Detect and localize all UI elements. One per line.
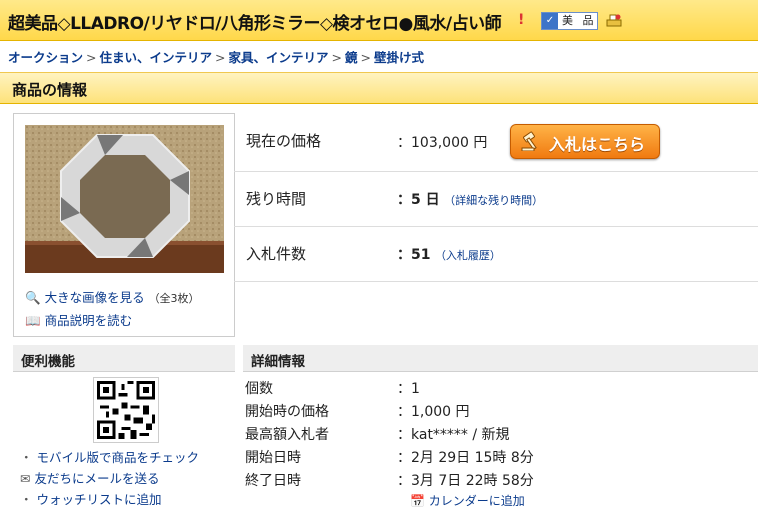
mail-icon: ✉ — [20, 471, 31, 486]
details-title: 詳細情報 — [251, 354, 305, 370]
top-bidder-value: ：kat***** / 新規 — [397, 427, 510, 443]
description-label: 商品説明を読む — [44, 313, 133, 328]
shipping-icon — [606, 14, 622, 27]
section-header: 商品の情報 — [0, 72, 758, 104]
bid-count-row: 入札件数 ：51 （入札履歴） — [234, 226, 758, 282]
breadcrumb-furniture[interactable]: 家具、インテリア — [229, 50, 329, 65]
large-image-label: 大きな画像を見る — [44, 290, 145, 305]
bid-count-label: 入札件数 — [246, 245, 307, 263]
check-icon: ✓ — [542, 13, 558, 29]
condition-badge: ✓ 美 品 — [541, 12, 598, 30]
price-label: 現在の価格 — [246, 132, 322, 150]
breadcrumb-wall-mount[interactable]: 壁掛け式 — [374, 50, 424, 65]
details-header: 詳細情報 — [243, 345, 758, 372]
mobile-link-label: モバイル版で商品をチェック — [36, 450, 200, 465]
calendar-link-label: カレンダーに追加 — [428, 494, 525, 508]
item-title: 超美品◇LLADRO/リヤドロ/八角形ミラー◇検オセロ●風水/占い師 — [8, 14, 502, 34]
start-date-value: ：2月 29日 15時 8分 — [397, 450, 534, 466]
gavel-icon — [521, 131, 537, 151]
top-bidder-label: 最高額入札者 — [245, 427, 329, 443]
watchlist-link-label: ウォッチリストに追加 — [36, 492, 162, 507]
bid-button-label: 入札はこちら — [549, 135, 646, 154]
quantity-label: 個数 — [245, 381, 273, 397]
large-image-link[interactable]: 🔍 大きな画像を見る （全3枚） — [25, 287, 200, 306]
section-title: 商品の情報 — [12, 81, 88, 99]
time-detail-link[interactable]: （詳細な残り時間） — [444, 194, 543, 207]
time-left-row: 残り時間 ：5 日 （詳細な残り時間） — [234, 171, 758, 227]
end-date-label: 終了日時 — [245, 473, 301, 489]
mobile-link[interactable]: ・モバイル版で商品をチェック — [20, 447, 199, 466]
alert-icon: ! — [518, 12, 525, 28]
add-to-calendar-link[interactable]: 📅 カレンダーに追加 — [410, 492, 525, 509]
bid-button[interactable]: 入札はこちら — [510, 124, 660, 159]
magnifier-icon: 🔍 — [25, 290, 41, 305]
start-date-label: 開始日時 — [245, 450, 301, 466]
breadcrumb: オークション > 住まい、インテリア > 家具、インテリア > 鏡 > 壁掛け式 — [8, 50, 425, 65]
breadcrumb-home-interior[interactable]: 住まい、インテリア — [100, 50, 213, 65]
bid-history-link[interactable]: （入札履歴） — [435, 249, 501, 262]
breadcrumb-mirror[interactable]: 鏡 — [345, 50, 358, 65]
qr-code — [93, 377, 159, 443]
condition-badge-label: 美 品 — [562, 14, 597, 27]
bid-count-value: ：51 — [397, 247, 431, 263]
start-price-value: ：1,000 円 — [397, 404, 470, 420]
price-row: 現在の価格 ：103,000 円 — [234, 113, 758, 172]
image-count: （全3枚） — [148, 292, 200, 305]
mail-friend-link[interactable]: ✉ 友だちにメールを送る — [20, 468, 160, 487]
end-date-value: ：3月 7日 22時 58分 — [397, 473, 534, 489]
book-icon: 📖 — [25, 313, 41, 328]
time-left-value: ：5 日 — [397, 192, 440, 208]
title-bar: 超美品◇LLADRO/リヤドロ/八角形ミラー◇検オセロ●風水/占い師 ! ✓ 美… — [0, 0, 758, 41]
tools-title: 便利機能 — [21, 354, 75, 370]
price-value: ：103,000 円 — [397, 135, 488, 151]
time-left-label: 残り時間 — [246, 190, 307, 208]
item-photo[interactable] — [25, 125, 224, 273]
tools-header: 便利機能 — [13, 345, 235, 372]
quantity-value: ：1 — [397, 381, 420, 397]
description-link[interactable]: 📖 商品説明を読む — [25, 310, 132, 329]
watchlist-link[interactable]: ・ウォッチリストに追加 — [20, 489, 162, 508]
mail-link-label: 友だちにメールを送る — [34, 471, 160, 486]
calendar-icon: 📅 — [410, 494, 425, 508]
image-panel: 🔍 大きな画像を見る （全3枚） 📖 商品説明を読む — [13, 113, 235, 337]
breadcrumb-auction[interactable]: オークション — [8, 50, 83, 65]
start-price-label: 開始時の価格 — [245, 404, 329, 420]
